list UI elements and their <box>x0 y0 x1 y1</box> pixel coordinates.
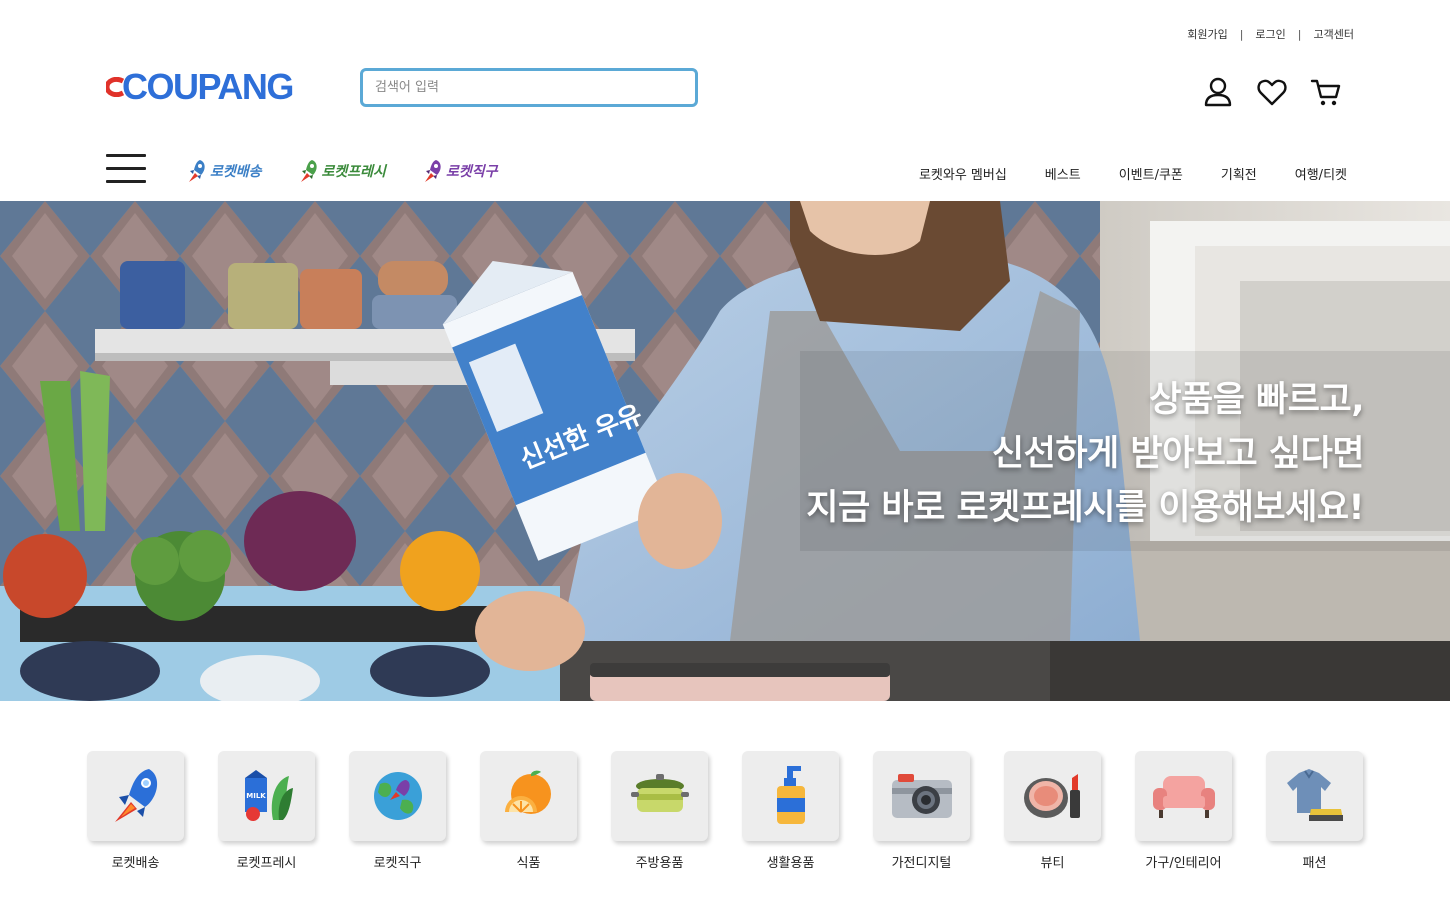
category-label: 뷰티 <box>1040 856 1065 871</box>
category-label: 패션 <box>1302 856 1327 871</box>
category-list: 로켓배송 MILK 로켓프레시 로켓직구 식품 주방용품 생활용품 가전디지털 … <box>87 751 1363 871</box>
rocket-fresh-link[interactable]: 로켓프레시 <box>298 158 386 184</box>
login-link[interactable]: 로그인 <box>1255 26 1285 42</box>
category-rocket-direct[interactable]: 로켓직구 <box>349 751 446 871</box>
menu-hamburger-icon[interactable] <box>106 154 146 184</box>
hero-banner[interactable]: 신선한 우유 상품을 빠르고, 신선하게 받아보고 싶다면 지금 바로 로켓프레… <box>0 201 1450 701</box>
hero-line-2: 신선하게 받아보고 싶다면 <box>991 434 1365 474</box>
rocket-blue-icon <box>189 160 205 182</box>
category-rocket-fresh[interactable]: MILK 로켓프레시 <box>218 751 315 871</box>
nav-rocket-wow[interactable]: 로켓와우 멤버십 <box>919 164 1007 183</box>
category-food[interactable]: 식품 <box>480 751 577 871</box>
category-electronics[interactable]: 가전디지털 <box>873 751 970 871</box>
category-label: 로켓프레시 <box>236 856 297 871</box>
hero-headline: 상품을 빠르고, 신선하게 받아보고 싶다면 지금 바로 로켓프레시를 이용해보… <box>806 373 1364 535</box>
nav-events-coupons[interactable]: 이벤트/쿠폰 <box>1119 164 1183 183</box>
logo-text: COUPANG <box>122 66 294 107</box>
search-input[interactable] <box>360 68 698 107</box>
orange-icon <box>504 770 551 814</box>
nav-travel-tickets[interactable]: 여행/티켓 <box>1295 164 1347 183</box>
category-label: 생활용품 <box>766 856 815 871</box>
rocket-green-icon <box>300 160 317 182</box>
separator: | <box>1297 27 1302 41</box>
rocket-purple-icon <box>424 160 441 182</box>
rocket-direct-link[interactable]: 로켓직구 <box>422 158 498 184</box>
category-label: 주방용품 <box>635 856 684 871</box>
milk-vegetable-icon: MILK <box>244 770 293 821</box>
sofa-icon <box>1152 776 1215 818</box>
camera-icon <box>891 774 952 818</box>
signup-link[interactable]: 회원가입 <box>1187 26 1227 42</box>
globe-rocket-icon <box>373 772 422 820</box>
clothes-icon <box>1286 769 1343 821</box>
category-beauty[interactable]: 뷰티 <box>1004 751 1101 871</box>
main-nav: 로켓와우 멤버십 베스트 이벤트/쿠폰 기획전 여행/티켓 <box>919 164 1347 183</box>
cart-icon[interactable] <box>1310 76 1342 108</box>
hero-line-1: 상품을 빠르고, <box>1149 380 1364 420</box>
header-icons <box>1202 76 1342 108</box>
rocket-icon <box>114 769 157 822</box>
rocket-delivery-label: 로켓배송 <box>210 164 262 180</box>
category-furniture[interactable]: 가구/인테리어 <box>1135 751 1232 871</box>
separator: | <box>1239 27 1244 41</box>
category-label: 로켓배송 <box>111 856 160 871</box>
pump-bottle-icon <box>776 766 805 824</box>
rocket-fresh-label: 로켓프레시 <box>321 164 386 180</box>
rocket-service-links: 로켓배송 로켓프레시 로켓직구 <box>186 158 533 184</box>
category-label: 가구/인테리어 <box>1145 856 1222 871</box>
heart-icon[interactable] <box>1256 76 1288 108</box>
category-fashion[interactable]: 패션 <box>1266 751 1363 871</box>
pot-icon <box>630 774 689 812</box>
hero-line-3: 지금 바로 로켓프레시를 이용해보세요! <box>806 488 1364 528</box>
customer-center-link[interactable]: 고객센터 <box>1314 26 1354 42</box>
category-label: 로켓직구 <box>373 856 422 871</box>
cosmetics-icon <box>1023 774 1080 818</box>
nav-best[interactable]: 베스트 <box>1045 164 1081 183</box>
svg-text:MILK: MILK <box>246 792 266 800</box>
coupang-logo[interactable]: COUPANG <box>106 66 294 107</box>
utility-links: 회원가입 | 로그인 | 고객센터 <box>1187 26 1354 42</box>
rocket-delivery-link[interactable]: 로켓배송 <box>186 158 262 184</box>
nav-promotions[interactable]: 기획전 <box>1221 164 1257 183</box>
rocket-direct-label: 로켓직구 <box>445 164 498 180</box>
category-kitchen[interactable]: 주방용품 <box>611 751 708 871</box>
category-household[interactable]: 생활용품 <box>742 751 839 871</box>
category-label: 가전디지털 <box>891 856 952 871</box>
category-rocket-delivery[interactable]: 로켓배송 <box>87 751 184 871</box>
category-label: 식품 <box>516 856 541 871</box>
user-icon[interactable] <box>1202 76 1234 108</box>
